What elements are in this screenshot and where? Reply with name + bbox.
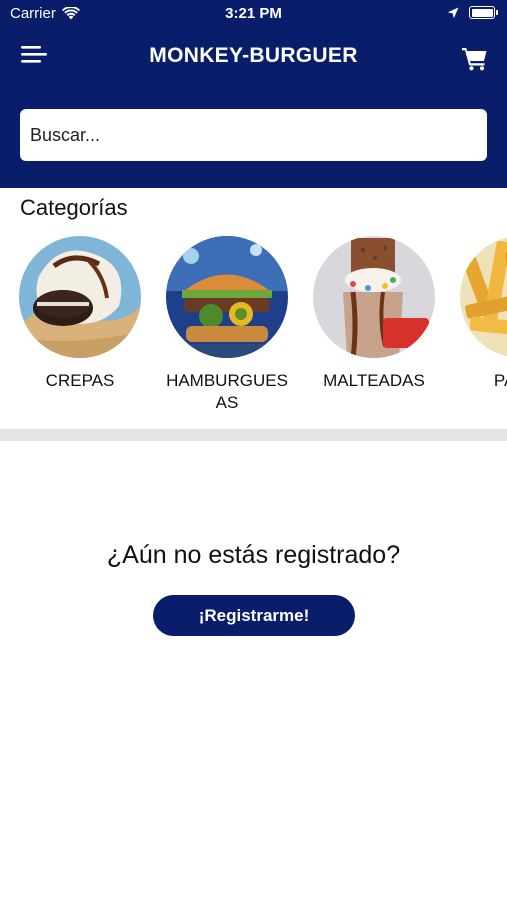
category-label: MALTEADAS <box>323 371 425 390</box>
category-hamburguesas[interactable]: HAMBURGUESAS <box>153 236 301 414</box>
hamburger-menu-icon <box>21 46 47 63</box>
status-bar: Carrier 3:21 PM <box>0 0 507 28</box>
malteadas-image <box>313 236 435 358</box>
category-label: HAMBURGUESAS <box>166 371 288 412</box>
crepas-image <box>19 236 141 358</box>
register-question: ¿Aún no estás registrado? <box>106 541 401 569</box>
categories-title: Categorías <box>20 195 128 220</box>
status-time: 3:21 PM <box>225 5 282 22</box>
section-divider <box>0 429 507 441</box>
category-malteadas[interactable]: MALTEADAS <box>300 236 448 392</box>
cart-button[interactable] <box>461 44 489 72</box>
shopping-cart-icon <box>462 48 487 71</box>
status-right <box>447 6 498 19</box>
search-input[interactable] <box>20 109 487 161</box>
papas-image <box>460 236 507 358</box>
categories-carousel[interactable]: CREPAS HAMBURGUESAS MALTEADAS P <box>0 236 507 416</box>
register-button[interactable]: ¡Registrarme! <box>153 595 355 636</box>
app-header: Carrier 3:21 PM MONKEY-BURGUER <box>0 0 507 188</box>
battery-icon <box>469 6 498 19</box>
category-papas[interactable]: PAPAS <box>447 236 507 392</box>
category-label: CREPAS <box>45 371 115 390</box>
nav-bar: MONKEY-BURGUER <box>0 30 507 82</box>
menu-button[interactable] <box>18 40 52 70</box>
hamburguesas-image <box>166 236 288 358</box>
location-arrow-icon <box>447 7 459 18</box>
category-label: PAPAS <box>493 371 507 390</box>
category-crepas[interactable]: CREPAS <box>6 236 154 392</box>
app-title: MONKEY-BURGUER <box>149 44 358 67</box>
